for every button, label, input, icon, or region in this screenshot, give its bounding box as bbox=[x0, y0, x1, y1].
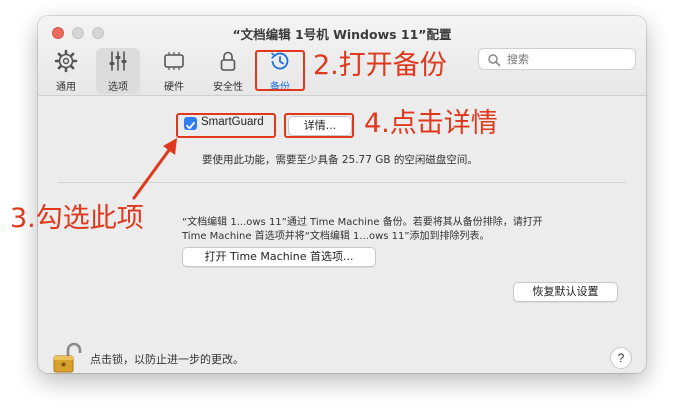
search-input[interactable] bbox=[507, 51, 627, 67]
section-divider bbox=[58, 182, 626, 183]
lock-hint-text: 点击锁，以防止进一步的更改。 bbox=[90, 353, 244, 366]
tab-general-label: 通用 bbox=[56, 82, 76, 93]
exclusion-text-line-2: Time Machine 首选项并将“文档编辑 1...ows 11”添加到排除… bbox=[182, 231, 490, 242]
lock-icon bbox=[220, 51, 236, 71]
annotation-step-3: 3.勾选此项 bbox=[10, 203, 144, 234]
exclusion-text-line-1: “文档编辑 1...ows 11”通过 Time Machine 备份。若要将其… bbox=[182, 217, 543, 228]
tab-security-label: 安全性 bbox=[213, 82, 243, 93]
annotation-step-4: 4.点击详情 bbox=[364, 108, 498, 139]
tab-options[interactable]: 选项 bbox=[96, 48, 140, 94]
annotation-step-2: 2.打开备份 bbox=[313, 50, 447, 81]
unlocked-padlock-icon[interactable] bbox=[52, 342, 82, 373]
highlight-details-button bbox=[284, 113, 354, 138]
tab-security[interactable]: 安全性 bbox=[206, 48, 250, 94]
help-button[interactable]: ? bbox=[610, 347, 632, 369]
chip-icon bbox=[164, 52, 184, 70]
search-icon bbox=[488, 54, 501, 67]
highlight-smartguard bbox=[176, 113, 276, 138]
gear-icon bbox=[54, 49, 78, 73]
tab-general[interactable]: 通用 bbox=[44, 48, 88, 94]
restore-defaults-button[interactable]: 恢复默认设置 bbox=[513, 282, 618, 302]
disk-space-note: 要使用此功能，需要至少具备 25.77 GB 的空闲磁盘空间。 bbox=[202, 154, 478, 166]
tab-options-label: 选项 bbox=[108, 82, 128, 93]
tab-hardware-label: 硬件 bbox=[164, 82, 184, 93]
sliders-icon bbox=[109, 51, 127, 71]
search-field[interactable] bbox=[478, 48, 636, 70]
tab-hardware[interactable]: 硬件 bbox=[152, 48, 196, 94]
open-time-machine-button[interactable]: 打开 Time Machine 首选项... bbox=[182, 247, 376, 267]
window-title: “文档编辑 1号机 Windows 11”配置 bbox=[232, 27, 452, 42]
highlight-backup-tab bbox=[255, 50, 305, 91]
